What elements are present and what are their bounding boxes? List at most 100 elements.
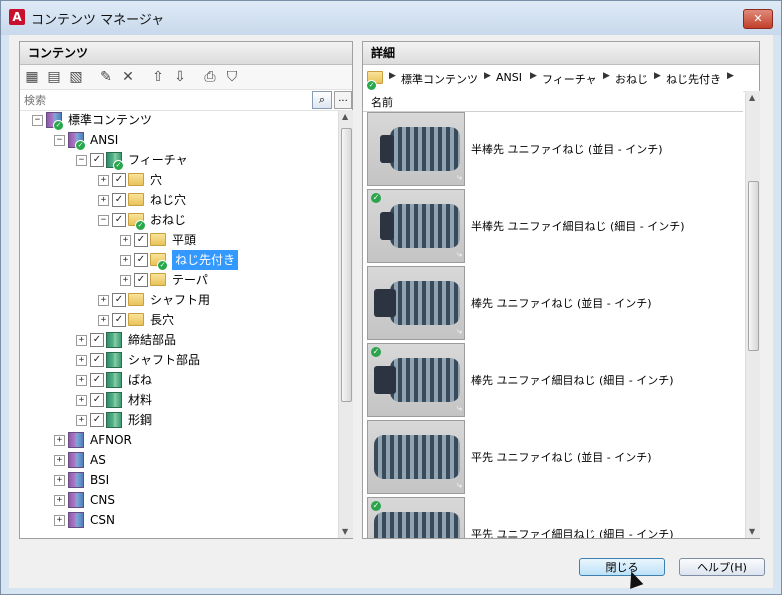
- expand-icon[interactable]: +: [54, 495, 65, 506]
- tree-checkbox[interactable]: ✓: [90, 393, 104, 407]
- expand-icon[interactable]: +: [54, 435, 65, 446]
- expand-icon[interactable]: +: [76, 355, 87, 366]
- tree-item[interactable]: + ✓ 形鋼: [20, 410, 336, 430]
- tree-item[interactable]: + AFNOR: [20, 430, 336, 450]
- window-close-button[interactable]: ✕: [743, 9, 773, 29]
- expand-icon[interactable]: +: [98, 175, 109, 186]
- tree-checkbox[interactable]: ✓: [90, 413, 104, 427]
- tree-scroll-thumb[interactable]: [341, 128, 352, 402]
- expand-icon[interactable]: +: [76, 375, 87, 386]
- tree-item[interactable]: + ✓ ばね: [20, 370, 336, 390]
- details-scrollbar[interactable]: ▲ ▼: [745, 91, 760, 538]
- edit-icon[interactable]: ✎: [98, 69, 114, 85]
- new-content-icon[interactable]: ▦: [24, 69, 40, 85]
- tree-checkbox[interactable]: ✓: [90, 373, 104, 387]
- thread-thumbnail: ✓⤷: [367, 189, 465, 263]
- list-item[interactable]: ⤷ 棒先 ユニファイねじ (並目 - インチ): [367, 266, 743, 342]
- help-button[interactable]: ヘルプ(H): [679, 558, 765, 576]
- breadcrumb-arrow-icon[interactable]: ▶: [654, 71, 661, 81]
- collapse-icon[interactable]: −: [54, 135, 65, 146]
- collapse-icon[interactable]: −: [76, 155, 87, 166]
- expand-icon[interactable]: +: [98, 295, 109, 306]
- expand-icon[interactable]: +: [76, 335, 87, 346]
- expand-icon[interactable]: +: [120, 255, 131, 266]
- breadcrumb-arrow-icon[interactable]: ▶: [727, 71, 734, 81]
- search-button[interactable]: ⌕: [312, 91, 332, 109]
- name-column-header[interactable]: 名前: [363, 91, 743, 112]
- tree-item[interactable]: − ✓ ✓ おねじ: [20, 210, 336, 231]
- expand-icon[interactable]: +: [98, 315, 109, 326]
- expand-icon[interactable]: +: [76, 415, 87, 426]
- print-icon[interactable]: ⎙: [202, 69, 218, 85]
- breadcrumb-item[interactable]: ANSI: [496, 71, 522, 84]
- tree-checkbox[interactable]: ✓: [134, 233, 148, 247]
- expand-icon[interactable]: +: [98, 195, 109, 206]
- tree-item[interactable]: + AS: [20, 450, 336, 470]
- expand-icon[interactable]: +: [54, 475, 65, 486]
- import-icon[interactable]: ▧: [68, 69, 84, 85]
- breadcrumb-arrow-icon[interactable]: ▶: [530, 71, 537, 81]
- tree-item[interactable]: + ✓ 平頭: [20, 230, 336, 250]
- list-item[interactable]: ✓ ⤷ 半棒先 ユニファイ細目ねじ (細目 - インチ): [367, 189, 743, 265]
- tree-item[interactable]: + ✓ ✓ ねじ先付き: [20, 250, 336, 271]
- expand-icon[interactable]: +: [54, 515, 65, 526]
- tree-item[interactable]: + ✓ 締結部品: [20, 330, 336, 350]
- breadcrumb-item[interactable]: フィーチャ: [542, 71, 597, 87]
- tree-item[interactable]: + ✓ ねじ穴: [20, 190, 336, 210]
- tree-item[interactable]: + CSN: [20, 510, 336, 530]
- tree-item[interactable]: + CNS: [20, 490, 336, 510]
- tree-checkbox[interactable]: ✓: [112, 313, 126, 327]
- tree-item[interactable]: + ✓ 材料: [20, 390, 336, 410]
- move-up-icon[interactable]: ⇧: [150, 69, 166, 85]
- delete-icon[interactable]: ✕: [120, 69, 136, 85]
- tree-checkbox[interactable]: ✓: [112, 293, 126, 307]
- tree-item[interactable]: − ✓ 標準コンテンツ: [20, 110, 336, 131]
- list-item[interactable]: ✓ ⤷ 棒先 ユニファイ細目ねじ (細目 - インチ): [367, 343, 743, 419]
- list-item[interactable]: ⤷ 半棒先 ユニファイねじ (並目 - インチ): [367, 112, 743, 188]
- breadcrumb-arrow-icon[interactable]: ▶: [389, 71, 396, 81]
- list-item[interactable]: ⤷ 平先 ユニファイねじ (並目 - インチ): [367, 420, 743, 496]
- tree-item[interactable]: + BSI: [20, 470, 336, 490]
- more-options-button[interactable]: ...: [334, 91, 352, 109]
- expand-icon[interactable]: +: [120, 235, 131, 246]
- scroll-up-icon[interactable]: ▲: [342, 112, 348, 121]
- tree-item[interactable]: + ✓ シャフト用: [20, 290, 336, 310]
- tree-checkbox[interactable]: ✓: [112, 173, 126, 187]
- insert-icon: ⤷: [456, 327, 462, 337]
- tree-item[interactable]: + ✓ シャフト部品: [20, 350, 336, 370]
- search-input[interactable]: [22, 91, 312, 109]
- tree-checkbox[interactable]: ✓: [90, 333, 104, 347]
- breadcrumb-item[interactable]: おねじ: [615, 71, 648, 87]
- expand-icon[interactable]: +: [54, 455, 65, 466]
- list-item[interactable]: ✓⤷ 平先 ユニファイ細目ねじ (細目 - インチ): [367, 497, 743, 538]
- collapse-icon[interactable]: −: [32, 115, 43, 126]
- tree-item[interactable]: + ✓ 長穴: [20, 310, 336, 330]
- tree-checkbox[interactable]: ✓: [134, 273, 148, 287]
- expand-icon[interactable]: +: [76, 395, 87, 406]
- breadcrumb-item[interactable]: ねじ先付き: [666, 71, 721, 87]
- close-button[interactable]: 閉じる: [579, 558, 665, 576]
- scroll-down-icon[interactable]: ▼: [342, 527, 348, 536]
- tree-item[interactable]: + ✓ テーパ: [20, 270, 336, 290]
- scroll-down-icon[interactable]: ▼: [749, 527, 755, 536]
- tree-item[interactable]: − ✓ ANSI: [20, 130, 336, 151]
- collapse-icon[interactable]: −: [98, 215, 109, 226]
- add-content-icon[interactable]: ▤: [46, 69, 62, 85]
- details-scroll-thumb[interactable]: [748, 181, 759, 351]
- move-down-icon[interactable]: ⇩: [172, 69, 188, 85]
- tree-item[interactable]: − ✓ ✓ フィーチャ: [20, 150, 336, 171]
- breadcrumb-item[interactable]: 標準コンテンツ: [401, 71, 478, 87]
- tree-checkbox[interactable]: ✓: [134, 253, 148, 267]
- tree-checkbox[interactable]: ✓: [112, 193, 126, 207]
- tree-checkbox[interactable]: ✓: [112, 213, 126, 227]
- breadcrumb-arrow-icon[interactable]: ▶: [484, 71, 491, 81]
- tree-checkbox[interactable]: ✓: [90, 353, 104, 367]
- tree-scrollbar[interactable]: ▲ ▼: [338, 110, 353, 538]
- filter-icon[interactable]: ⛉: [224, 69, 240, 85]
- tree-item[interactable]: + ✓ 穴: [20, 170, 336, 190]
- tree-item-label: 穴: [150, 173, 163, 187]
- expand-icon[interactable]: +: [120, 275, 131, 286]
- scroll-up-icon[interactable]: ▲: [749, 93, 755, 102]
- breadcrumb-arrow-icon[interactable]: ▶: [603, 71, 610, 81]
- tree-checkbox[interactable]: ✓: [90, 153, 104, 167]
